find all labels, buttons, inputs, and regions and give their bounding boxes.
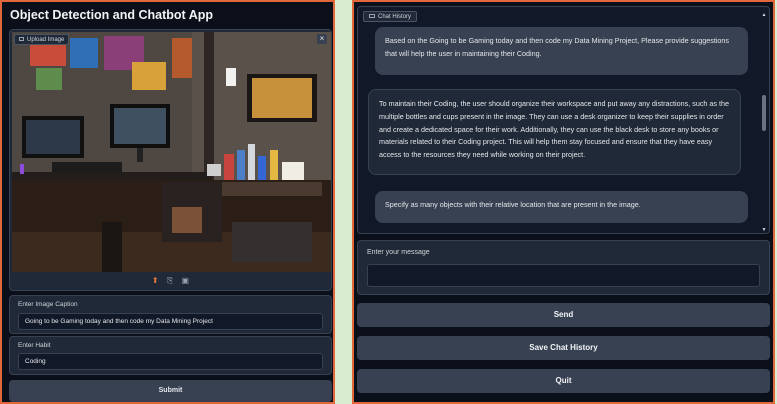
habit-field-group: Enter Habit Coding: [9, 336, 332, 375]
message-label: Enter your message: [367, 249, 430, 256]
app-title: Object Detection and Chatbot App: [10, 8, 214, 22]
caption-label: Enter Image Caption: [18, 301, 78, 308]
scroll-up-icon[interactable]: ▲: [761, 13, 767, 18]
uploaded-photo: [12, 32, 331, 272]
quit-button[interactable]: Quit: [357, 369, 770, 393]
save-chat-history-button[interactable]: Save Chat History: [357, 336, 770, 360]
chat-history-panel[interactable]: Chat History Based on the Going to be Ga…: [357, 6, 770, 234]
submit-button[interactable]: Submit: [9, 380, 332, 402]
chatbot-window: Chat History Based on the Going to be Ga…: [352, 0, 775, 404]
chat-history-label: Chat History: [378, 14, 412, 20]
copy-icon[interactable]: ▣: [182, 276, 190, 285]
share-icon[interactable]: ⎘: [167, 276, 173, 285]
detection-window: Object Detection and Chatbot App Upload …: [0, 0, 335, 404]
image-upload-panel[interactable]: Upload Image × ⬆ ⎘ ▣: [9, 29, 332, 291]
image-toolbar: ⬆ ⎘ ▣: [10, 276, 331, 286]
image-icon: [19, 37, 24, 42]
scroll-down-icon[interactable]: ▼: [761, 228, 767, 233]
chat-message-bot: To maintain their Coding, the user shoul…: [368, 89, 741, 175]
chat-icon: [369, 14, 375, 19]
message-input-panel: Enter your message: [357, 240, 770, 295]
upload-image-tag: Upload Image: [14, 34, 70, 45]
chat-history-tag: Chat History: [363, 11, 418, 22]
habit-input[interactable]: Coding: [18, 353, 323, 370]
upload-image-label: Upload Image: [27, 37, 65, 43]
chat-message-user: Based on the Going to be Gaming today an…: [375, 27, 748, 75]
chat-message-user: Specify as many objects with their relat…: [375, 191, 748, 223]
scroll-thumb[interactable]: [762, 95, 766, 131]
download-icon[interactable]: ⬆: [152, 276, 159, 285]
clear-image-button[interactable]: ×: [317, 34, 327, 44]
caption-field-group: Enter Image Caption Going to be Gaming t…: [9, 295, 332, 334]
habit-label: Enter Habit: [18, 342, 51, 349]
send-button[interactable]: Send: [357, 303, 770, 327]
message-input[interactable]: [367, 264, 760, 287]
chat-scrollbar[interactable]: ▲ ▼: [761, 13, 767, 233]
caption-input[interactable]: Going to be Gaming today and then code m…: [18, 313, 323, 330]
